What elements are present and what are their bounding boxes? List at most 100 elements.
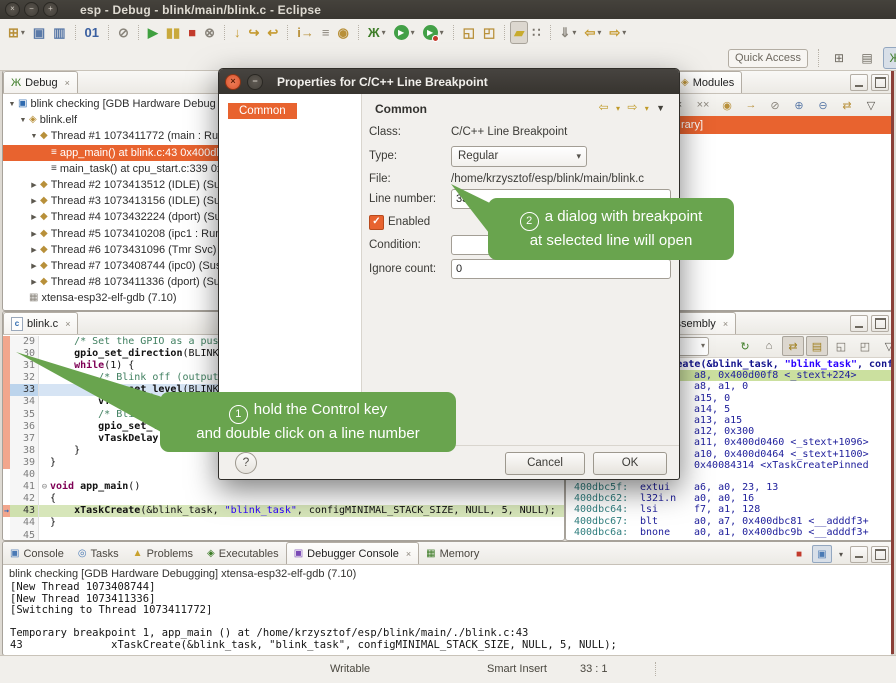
modules-toolbar-collapse-all-icon[interactable]: ⊖ (812, 95, 834, 115)
debug-tree-row[interactable]: ▼◆Thread #1 1073411772 (main : Runn (3, 128, 229, 144)
console-output[interactable]: [New Thread 1073408744][New Thread 10734… (3, 582, 892, 652)
toolbar-icon-forward[interactable]: ⇨▾ (605, 21, 630, 44)
twisty-icon[interactable]: ▶ (29, 230, 39, 238)
editor-line[interactable]: 41⊖void app_main() (3, 481, 564, 493)
close-icon[interactable]: × (65, 78, 70, 88)
chevron-down-icon[interactable]: ▾ (440, 28, 444, 37)
enabled-checkbox[interactable]: ✓ (369, 215, 384, 230)
debug-tree-row[interactable]: ▶◆Thread #7 1073408744 (ipc0) (Susp (3, 258, 229, 274)
chevron-down-icon[interactable]: ▾ (622, 28, 626, 37)
debug-tree-row[interactable]: ▶◆Thread #3 1073413156 (IDLE) (Susp (3, 193, 229, 209)
perspective-open-perspective[interactable]: ⊞ (827, 47, 851, 69)
tab-blink-c[interactable]: c blink.c × (3, 312, 78, 334)
debug-tree-row[interactable]: ≡main_task() at cpu_start.c:339 0x4 (3, 161, 229, 177)
line-number[interactable]: 40 (10, 469, 39, 481)
twisty-icon[interactable]: ▶ (29, 246, 39, 254)
disassembly-toolbar-sync-active-context-icon[interactable]: ⇄ (782, 336, 804, 356)
tab-tasks[interactable]: ◎Tasks (71, 543, 126, 564)
toolbar-icon-mark-occurrences[interactable]: ▰ (510, 21, 528, 44)
chevron-down-icon[interactable]: ▾ (411, 28, 415, 37)
toolbar-icon-run-external[interactable]: ▶▾ (419, 21, 448, 44)
ignore-count-input[interactable]: 0 (451, 259, 671, 279)
minimize-view-icon[interactable] (850, 315, 868, 332)
line-number[interactable]: 33 (10, 384, 39, 396)
toolbar-icon-save-all[interactable]: ▥ (49, 21, 69, 44)
disassembly-toolbar-show-source-icon[interactable]: ▤ (806, 336, 828, 356)
tab-debug[interactable]: Ж Debug × (3, 71, 78, 93)
line-number[interactable]: 38 (10, 445, 39, 457)
disassembly-toolbar-home-icon[interactable]: ⌂ (758, 336, 780, 356)
line-number[interactable]: 30 (10, 348, 39, 360)
cancel-button[interactable]: Cancel (505, 452, 585, 475)
dialog-nav-arrows[interactable]: ⇦ ▾ ⇨ ▾ ▼ (599, 100, 667, 114)
toolbar-icon-save[interactable]: ▣ (29, 21, 49, 44)
disassembly-toolbar-new-view-icon[interactable]: ◱ (830, 336, 852, 356)
toolbar-icon-suspend[interactable]: ▮▮ (162, 21, 184, 44)
debug-tree-row[interactable]: ▶◆Thread #2 1073413512 (IDLE) (Susp (3, 177, 229, 193)
display-console-icon[interactable]: ▣ (812, 545, 832, 563)
window-maximize-button[interactable]: + (43, 2, 58, 17)
twisty-icon[interactable]: ▶ (29, 181, 39, 189)
editor-line[interactable]: →43 xTaskCreate(&blink_task, "blink_task… (3, 505, 564, 517)
nav-item-common[interactable]: Common (228, 103, 297, 119)
toolbar-icon-skip-all-breakpoints[interactable]: ⊘ (114, 21, 133, 44)
chevron-down-icon[interactable]: ▾ (21, 28, 25, 37)
toolbar-icon-new-wizard[interactable]: ⊞▾ (4, 21, 29, 44)
twisty-icon[interactable]: ▶ (29, 197, 39, 205)
ok-button[interactable]: OK (593, 452, 667, 475)
disassembly-line[interactable]: 400dbc5f:extuia6, a0, 23, 13 (566, 482, 892, 493)
line-number[interactable]: 35 (10, 409, 39, 421)
window-close-button[interactable]: × (5, 2, 20, 17)
line-number[interactable]: 41 (10, 481, 39, 493)
toolbar-icon-last-edit-location[interactable]: ⇓▾ (556, 21, 581, 44)
minimize-view-icon[interactable] (850, 74, 868, 91)
disassembly-line[interactable]: 400dbc67:blta0, a7, 0x400dbc81 <__adddf3… (566, 516, 892, 527)
line-number[interactable]: 44 (10, 517, 39, 529)
toolbar-icon-back[interactable]: ⇦▾ (580, 21, 605, 44)
close-icon[interactable]: × (406, 549, 411, 559)
toolbar-icon-annotations[interactable]: ∷ (528, 21, 544, 44)
debug-tree-row[interactable]: ▶◆Thread #4 1073432224 (dport) (Sus (3, 209, 229, 225)
maximize-view-icon[interactable] (871, 315, 889, 332)
modules-toolbar-view-menu-icon[interactable]: ▽ (860, 95, 882, 115)
line-number[interactable]: 32 (10, 372, 39, 384)
debug-tree-row[interactable]: ▶◆Thread #6 1073431096 (Tmr Svc) (S (3, 242, 229, 258)
line-number[interactable]: 31 (10, 360, 39, 372)
line-number[interactable]: 29 (10, 336, 39, 348)
debug-tree-row[interactable]: ≡app_main() at blink.c:43 0x400dbc (3, 145, 229, 161)
twisty-icon[interactable]: ▶ (29, 213, 39, 221)
toolbar-icon-terminate[interactable]: ■ (184, 21, 200, 44)
toolbar-icon-breakpoint-view[interactable]: ◉ (334, 21, 353, 44)
chevron-down-icon[interactable]: ▾ (597, 28, 601, 37)
debug-tree-row[interactable]: ▶◆Thread #8 1073411336 (dport) (Sus (3, 274, 229, 290)
toolbar-icon-step-over[interactable]: ↪ (244, 21, 263, 44)
tab-memory[interactable]: ▦Memory (419, 543, 486, 564)
toolbar-icon-debug[interactable]: Ж▾ (364, 21, 390, 44)
editor-line[interactable]: 42{ (3, 493, 564, 505)
modules-toolbar-remove-all-breakpoints-icon[interactable]: ×× (692, 95, 714, 115)
close-icon[interactable]: × (723, 319, 728, 329)
modules-toolbar-select-pointer-icon[interactable]: ⊘ (764, 95, 786, 115)
debug-tree-row[interactable]: ▼◈blink.elf (3, 112, 229, 128)
toolbar-icon-disconnect[interactable]: ⊗ (200, 21, 219, 44)
close-icon[interactable]: × (65, 319, 70, 329)
toolbar-icon-open-resource[interactable]: ◰ (479, 21, 499, 44)
twisty-icon[interactable]: ▼ (7, 101, 17, 108)
disassembly-toolbar-refresh-icon[interactable]: ↻ (734, 336, 756, 356)
line-number[interactable]: 34 (10, 396, 39, 408)
maximize-view-icon[interactable] (871, 546, 889, 563)
tab-modules[interactable]: ◈ Modules (673, 71, 742, 93)
debug-tree-row[interactable]: ▼▣blink checking [GDB Hardware Debug (3, 96, 229, 112)
line-number[interactable]: 36 (10, 421, 39, 433)
perspective-debug-perspective[interactable]: Ж (883, 47, 896, 69)
toolbar-icon-instruction-stepping[interactable]: i→ (293, 21, 318, 44)
twisty-icon[interactable]: ▶ (29, 262, 39, 270)
window-minimize-button[interactable]: − (24, 2, 39, 17)
disassembly-line[interactable]: 400dbc62:l32i.na0, a0, 16 (566, 493, 892, 504)
tab-executables[interactable]: ◈Executables (200, 543, 286, 564)
line-number[interactable]: 42 (10, 493, 39, 505)
chevron-down-icon[interactable]: ▾ (835, 545, 847, 563)
editor-line[interactable]: 44} (3, 517, 564, 529)
maximize-view-icon[interactable] (871, 74, 889, 91)
line-number[interactable]: 39 (10, 457, 39, 469)
